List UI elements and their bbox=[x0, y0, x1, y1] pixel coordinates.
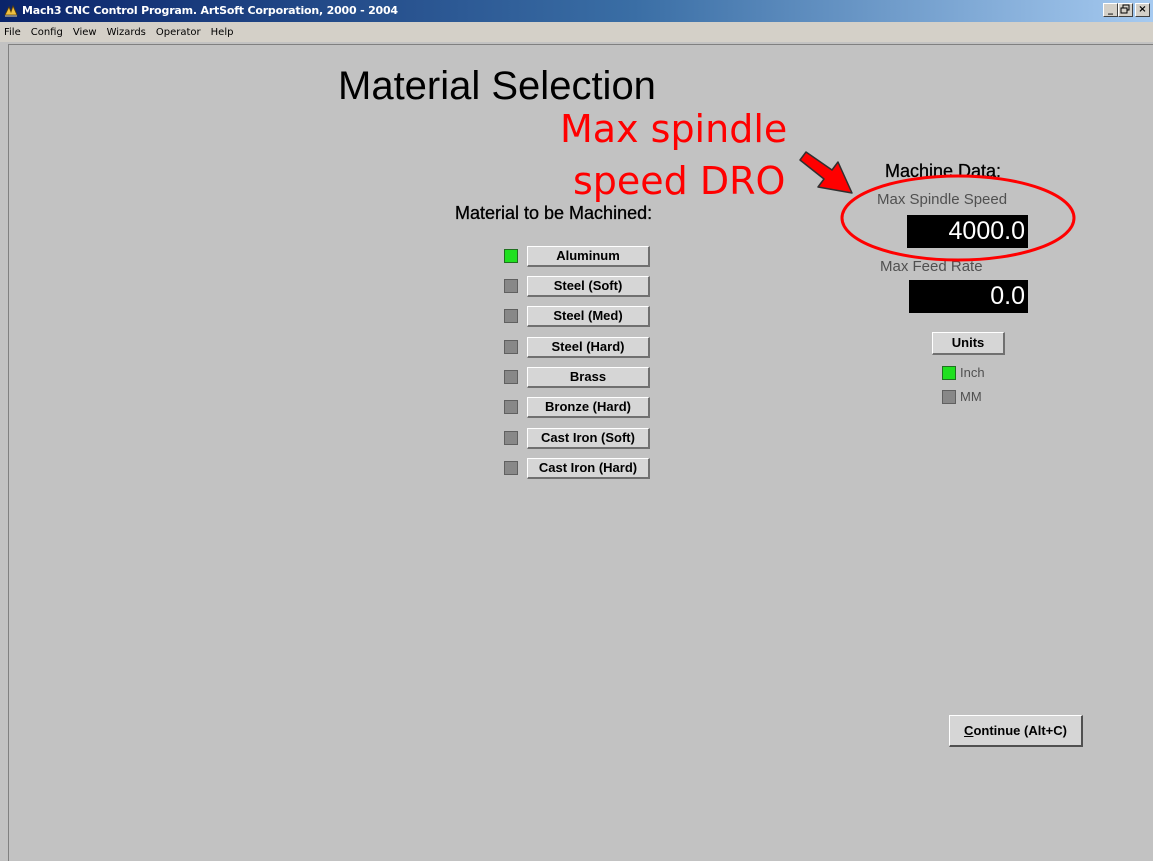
material-row-cast-iron-soft: Cast Iron (Soft) bbox=[504, 427, 650, 449]
max-spindle-speed-label: Max Spindle Speed bbox=[877, 191, 1008, 208]
maximize-button[interactable] bbox=[1118, 3, 1133, 17]
material-led-bronze-hard bbox=[504, 400, 518, 414]
continue-button[interactable]: Continue (Alt+C) bbox=[949, 715, 1083, 747]
material-button-cast-iron-soft[interactable]: Cast Iron (Soft) bbox=[527, 427, 650, 449]
close-button[interactable]: × bbox=[1135, 3, 1150, 17]
page-title: Material Selection bbox=[338, 64, 656, 108]
max-feed-rate-dro[interactable]: 0.0 bbox=[909, 280, 1028, 313]
material-led-steel-soft bbox=[504, 279, 518, 293]
mach3-app-icon[interactable] bbox=[3, 3, 19, 19]
material-button-steel-soft[interactable]: Steel (Soft) bbox=[527, 275, 650, 297]
unit-row-mm: MM bbox=[942, 389, 982, 404]
material-led-steel-hard bbox=[504, 340, 518, 354]
machine-data-header: Machine Data: bbox=[885, 161, 1002, 181]
menu-operator[interactable]: Operator bbox=[151, 27, 206, 38]
material-button-cast-iron-hard[interactable]: Cast Iron (Hard) bbox=[527, 457, 650, 479]
material-led-cast-iron-soft bbox=[504, 431, 518, 445]
menu-config[interactable]: Config bbox=[26, 27, 68, 38]
unit-led-inch bbox=[942, 365, 956, 380]
material-led-aluminum bbox=[504, 249, 518, 263]
material-button-steel-med[interactable]: Steel (Med) bbox=[527, 305, 650, 327]
menu-file[interactable]: File bbox=[0, 27, 26, 38]
max-feed-rate-label: Max Feed Rate bbox=[880, 258, 983, 275]
material-button-aluminum[interactable]: Aluminum bbox=[527, 245, 650, 267]
continue-button-label: ontinue (Alt+C) bbox=[973, 723, 1067, 738]
annotation-line-1: Max spindle bbox=[560, 107, 788, 151]
window-title: Mach3 CNC Control Program. ArtSoft Corpo… bbox=[22, 4, 398, 17]
material-led-cast-iron-hard bbox=[504, 461, 518, 475]
menu-help[interactable]: Help bbox=[206, 27, 239, 38]
menu-wizards[interactable]: Wizards bbox=[102, 27, 151, 38]
material-led-steel-med bbox=[504, 309, 518, 323]
mach3-window: Mach3 CNC Control Program. ArtSoft Corpo… bbox=[0, 0, 1153, 861]
material-row-cast-iron-hard: Cast Iron (Hard) bbox=[504, 457, 650, 479]
unit-led-mm bbox=[942, 389, 956, 404]
material-led-brass bbox=[504, 370, 518, 384]
unit-row-inch: Inch bbox=[942, 365, 985, 380]
units-button[interactable]: Units bbox=[932, 332, 1005, 355]
menu-bar: File Config View Wizards Operator Help bbox=[0, 22, 1153, 42]
max-spindle-speed-dro[interactable]: 4000.0 bbox=[907, 215, 1028, 248]
unit-label-mm: MM bbox=[960, 389, 982, 404]
menu-view[interactable]: View bbox=[68, 27, 102, 38]
material-section-header: Material to be Machined: bbox=[455, 203, 653, 223]
restore-icon bbox=[1120, 4, 1130, 14]
unit-label-inch: Inch bbox=[960, 365, 985, 380]
material-row-aluminum: Aluminum bbox=[504, 245, 650, 267]
minimize-button[interactable]: _ bbox=[1103, 3, 1118, 17]
material-row-bronze-hard: Bronze (Hard) bbox=[504, 396, 650, 418]
material-button-bronze-hard[interactable]: Bronze (Hard) bbox=[527, 396, 650, 418]
material-row-steel-hard: Steel (Hard) bbox=[504, 336, 650, 358]
material-button-steel-hard[interactable]: Steel (Hard) bbox=[527, 336, 650, 358]
window-controls: _ × bbox=[1103, 3, 1150, 17]
title-bar[interactable]: Mach3 CNC Control Program. ArtSoft Corpo… bbox=[0, 0, 1153, 22]
annotation-line-2: speed DRO bbox=[573, 159, 786, 203]
material-row-steel-med: Steel (Med) bbox=[504, 305, 650, 327]
material-row-steel-soft: Steel (Soft) bbox=[504, 275, 650, 297]
material-row-brass: Brass bbox=[504, 366, 650, 388]
material-button-brass[interactable]: Brass bbox=[527, 366, 650, 388]
